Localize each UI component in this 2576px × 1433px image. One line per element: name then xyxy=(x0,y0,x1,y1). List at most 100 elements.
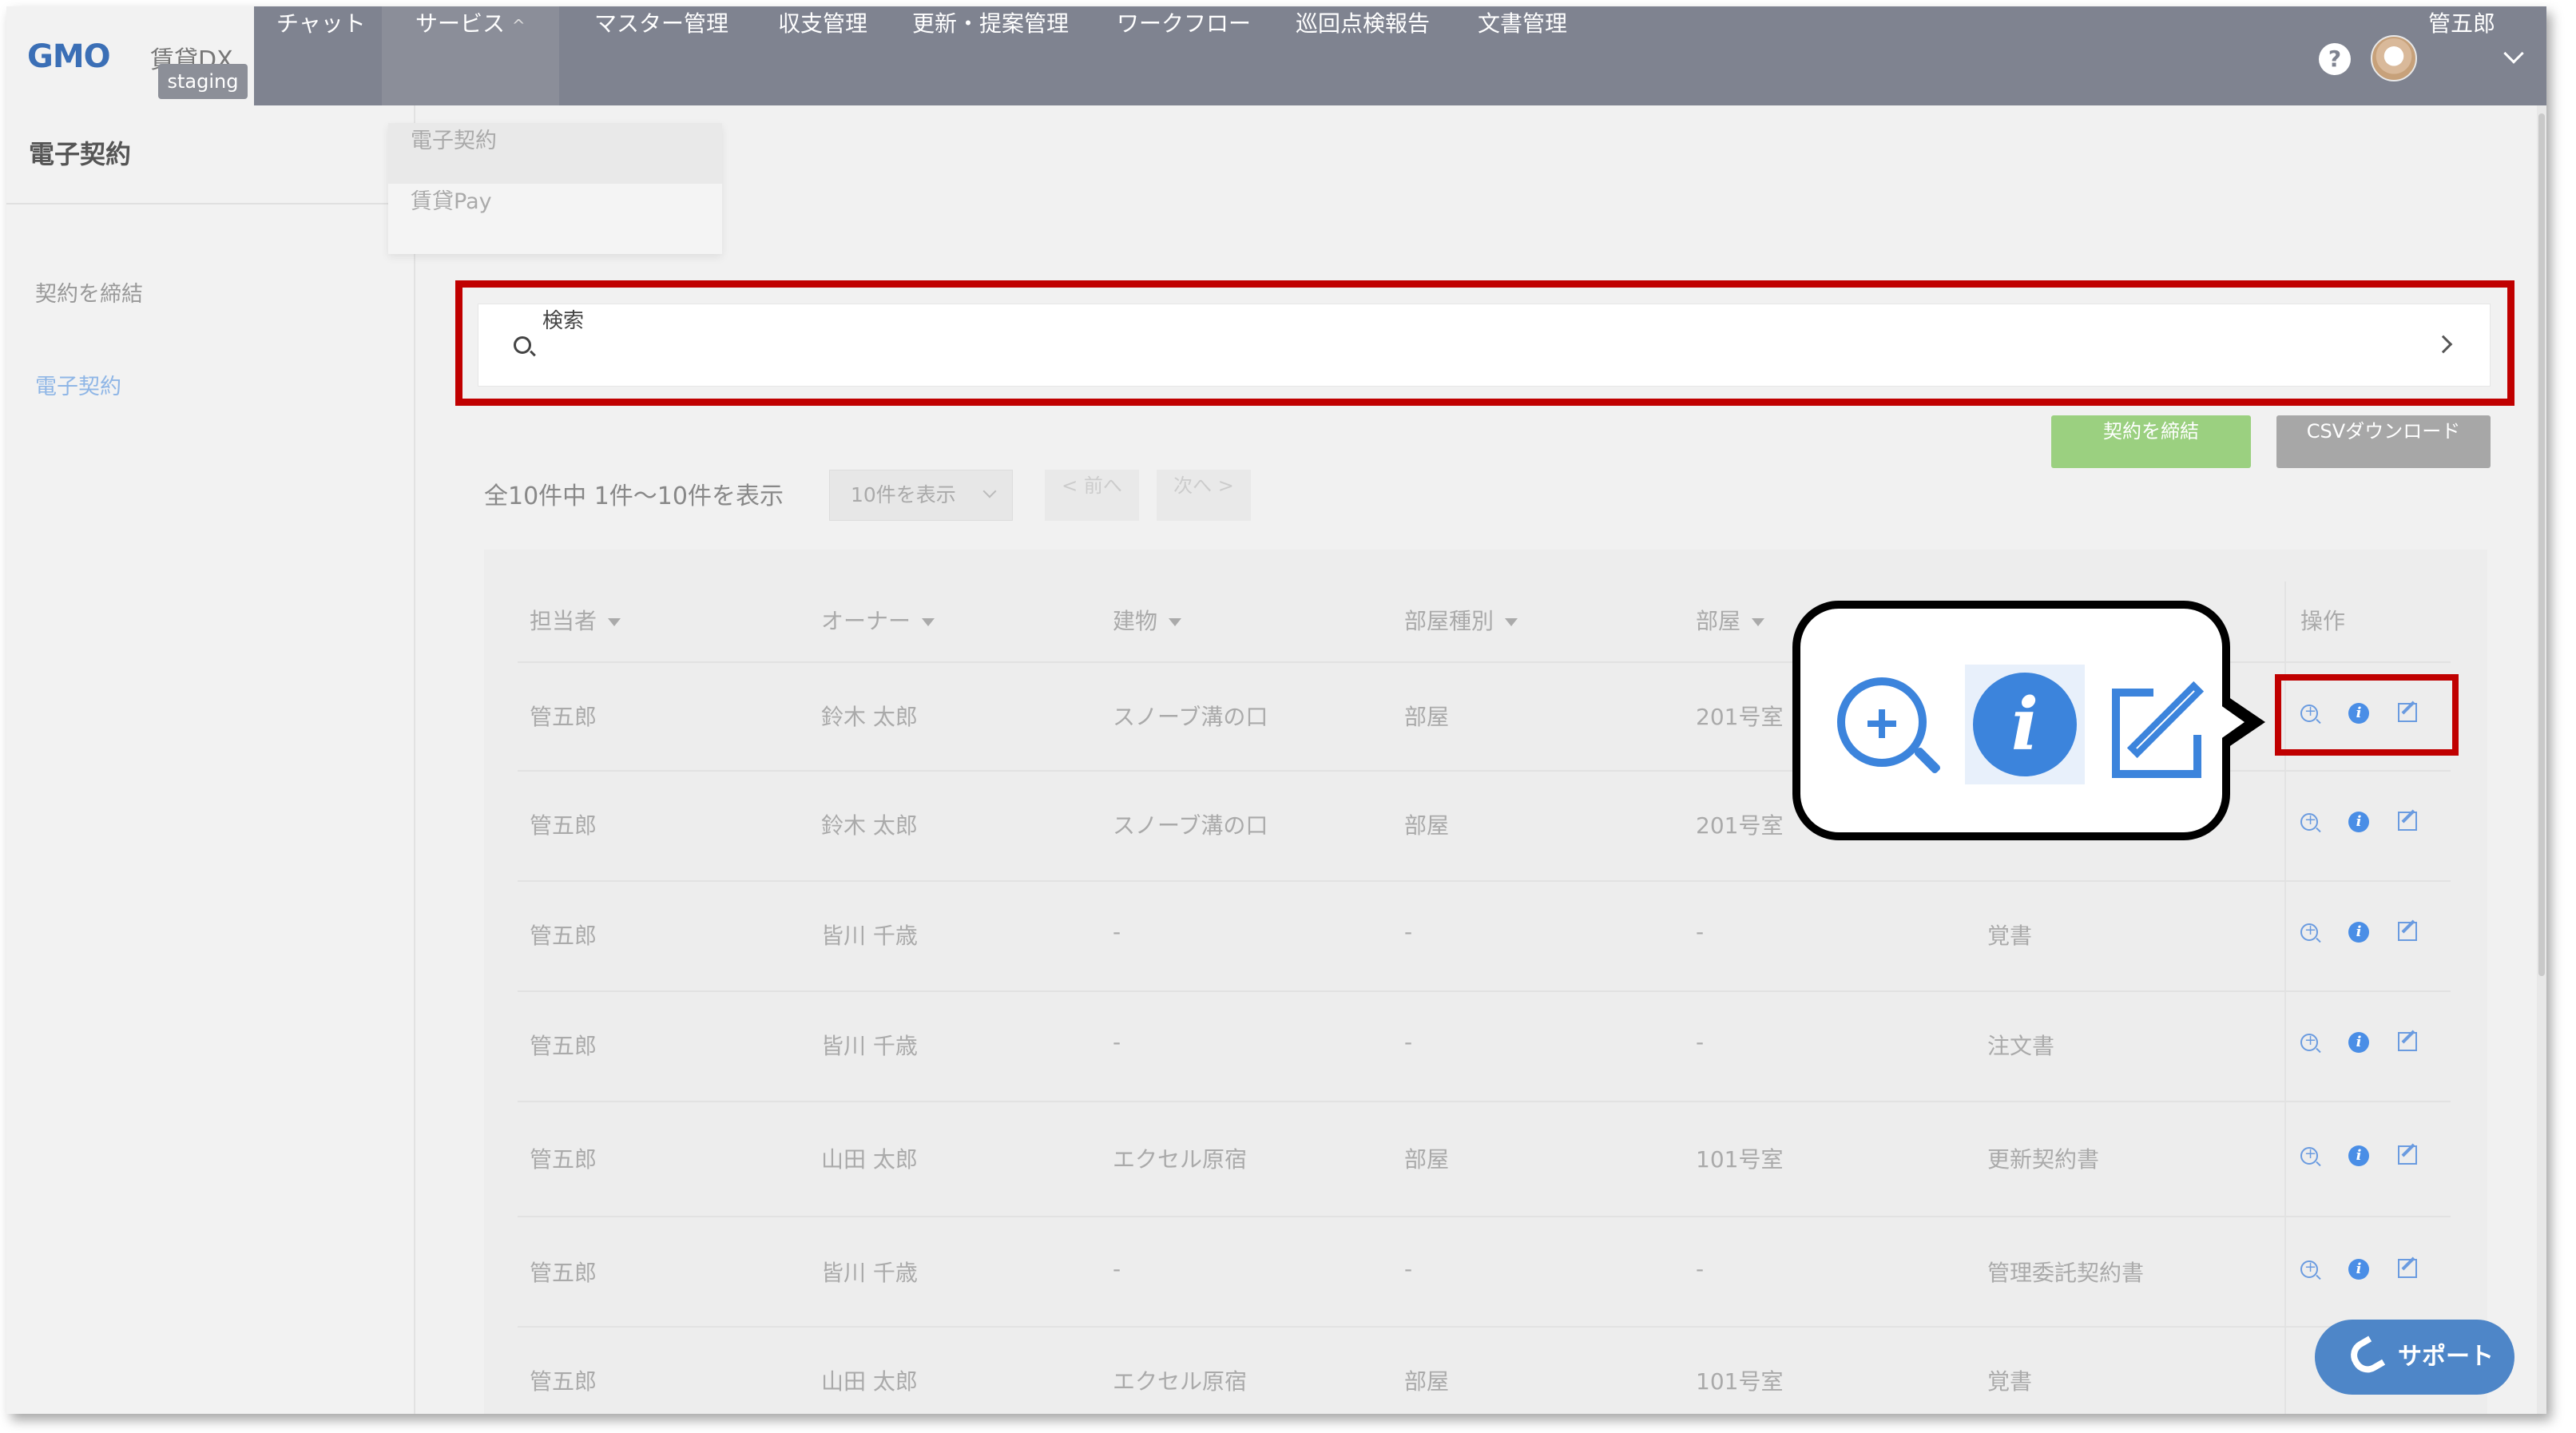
csv-download-button[interactable]: CSVダウンロード xyxy=(2276,415,2491,468)
logo[interactable]: GMO 賃貸DX staging xyxy=(6,6,254,105)
cell-room-type: - xyxy=(1404,919,1413,945)
info-icon[interactable]: i xyxy=(2348,922,2369,943)
cell-owner: 鈴木 太郎 xyxy=(821,812,918,839)
cell-owner: 山田 太郎 xyxy=(821,1146,918,1173)
nav-workflow[interactable]: ワークフロー xyxy=(1117,6,1251,105)
info-icon[interactable]: i xyxy=(2348,1145,2369,1166)
cell-room: 201号室 xyxy=(1696,704,1784,730)
cell-staff: 管五郎 xyxy=(530,812,597,839)
col-header-staff[interactable]: 担当者 xyxy=(530,604,621,636)
contract-button[interactable]: 契約を締結 xyxy=(2051,415,2251,468)
col-header-room[interactable]: 部屋 xyxy=(1696,604,1765,636)
cell-room: 101号室 xyxy=(1696,1368,1784,1395)
cell-staff: 管五郎 xyxy=(530,1260,597,1286)
cell-building: - xyxy=(1113,1256,1121,1282)
cell-room: - xyxy=(1696,1029,1705,1055)
top-nav-bar: GMO 賃貸DX staging チャット サービス ^ マスター管理 収支管理… xyxy=(6,6,2546,105)
user-name[interactable]: 管五郎 xyxy=(2428,6,2495,105)
help-icon[interactable]: ? xyxy=(2319,43,2351,75)
prev-page-button[interactable]: < 前へ xyxy=(1045,470,1139,521)
sidebar-title: 電子契約 xyxy=(29,139,132,169)
nav-service-label: サービス xyxy=(415,10,506,37)
nav-balance[interactable]: 収支管理 xyxy=(778,6,867,105)
zoom-in-icon[interactable] xyxy=(2300,1145,2318,1165)
row-divider xyxy=(518,1101,2451,1102)
scrollbar[interactable] xyxy=(2537,105,2546,1414)
zoom-in-icon[interactable] xyxy=(2300,812,2318,831)
edit-icon-edge xyxy=(2112,689,2153,697)
cell-document: 覚書 xyxy=(1987,923,2033,949)
col-header-building[interactable]: 建物 xyxy=(1113,604,1182,636)
per-page-select[interactable]: 10件を表示 xyxy=(829,470,1013,521)
next-page-button[interactable]: 次へ > xyxy=(1157,470,1251,521)
icons-callout: i xyxy=(1792,601,2230,840)
support-button[interactable]: サポート xyxy=(2315,1320,2514,1395)
cell-staff: 管五郎 xyxy=(530,704,597,730)
nav-chat[interactable]: チャット xyxy=(276,6,366,105)
cell-room: 101号室 xyxy=(1696,1146,1784,1173)
cell-document: 管理委託契約書 xyxy=(1987,1260,2145,1286)
scrollbar-thumb[interactable] xyxy=(2538,113,2545,976)
zoom-in-icon[interactable] xyxy=(2300,1259,2318,1278)
sort-icon xyxy=(1505,618,1518,626)
cell-room: 201号室 xyxy=(1696,812,1784,839)
info-icon[interactable]: i xyxy=(2348,812,2369,832)
sidebar-divider xyxy=(6,203,415,204)
cell-room-type: - xyxy=(1404,1029,1413,1055)
chevron-down-icon[interactable] xyxy=(2503,43,2524,64)
cell-building: エクセル原宿 xyxy=(1113,1368,1248,1395)
nav-master[interactable]: マスター管理 xyxy=(594,6,728,105)
cell-document: 覚書 xyxy=(1987,1368,2033,1395)
cell-room-type: 部屋 xyxy=(1404,1368,1450,1395)
logo-text: GMO xyxy=(27,38,111,75)
info-icon: i xyxy=(1973,673,2077,776)
nav-documents[interactable]: 文書管理 xyxy=(1478,6,1567,105)
cell-building: スノーブ溝の口 xyxy=(1113,812,1268,839)
sidebar-item-econtract[interactable]: 電子契約 xyxy=(35,369,121,400)
cell-document: 注文書 xyxy=(1987,1033,2055,1059)
cell-staff: 管五郎 xyxy=(530,1368,597,1395)
row-actions: i xyxy=(2300,1145,2417,1169)
sort-icon xyxy=(608,618,621,626)
zoom-plus-bar xyxy=(1879,709,1885,738)
cell-room-type: 部屋 xyxy=(1404,812,1450,839)
actions-highlight-box xyxy=(2275,674,2459,756)
dropdown-item-chintai-pay[interactable]: 賃貸Pay xyxy=(388,184,722,244)
edit-icon[interactable] xyxy=(2398,1259,2417,1278)
info-icon[interactable]: i xyxy=(2348,1032,2369,1053)
nav-renewal[interactable]: 更新・提案管理 xyxy=(912,6,1069,105)
zoom-in-icon[interactable] xyxy=(2300,922,2318,941)
row-divider xyxy=(518,880,2451,882)
cell-room-type: 部屋 xyxy=(1404,1146,1450,1173)
col-header-room-type[interactable]: 部屋種別 xyxy=(1404,604,1518,636)
sort-icon xyxy=(922,618,935,626)
zoom-in-icon[interactable] xyxy=(2300,1032,2318,1051)
edit-icon[interactable] xyxy=(2398,1032,2417,1051)
cell-owner: 皆川 千歳 xyxy=(821,1033,918,1059)
edit-icon[interactable] xyxy=(2398,812,2417,831)
support-label: サポート xyxy=(2398,1343,2494,1371)
sidebar-item-contract[interactable]: 契約を締結 xyxy=(35,276,143,308)
col-header-actions: 操作 xyxy=(2300,608,2346,634)
edit-icon[interactable] xyxy=(2398,922,2417,941)
nav-inspection[interactable]: 巡回点検報告 xyxy=(1296,6,1430,105)
cell-owner: 山田 太郎 xyxy=(821,1368,918,1395)
cell-staff: 管五郎 xyxy=(530,1033,597,1059)
row-actions: i xyxy=(2300,812,2417,836)
nav-service[interactable]: サービス ^ xyxy=(382,6,559,105)
row-actions: i xyxy=(2300,1259,2417,1283)
cell-owner: 皆川 千歳 xyxy=(821,1260,918,1286)
cell-room: - xyxy=(1696,919,1705,945)
cell-room: - xyxy=(1696,1256,1705,1282)
phone-icon xyxy=(2344,1336,2386,1379)
dropdown-item-econtract[interactable]: 電子契約 xyxy=(388,123,722,184)
cell-owner: 鈴木 太郎 xyxy=(821,704,918,730)
cell-staff: 管五郎 xyxy=(530,1146,597,1173)
sort-icon xyxy=(1752,618,1765,626)
cell-building: スノーブ溝の口 xyxy=(1113,704,1268,730)
avatar[interactable] xyxy=(2371,35,2417,81)
info-icon[interactable]: i xyxy=(2348,1259,2369,1280)
col-header-owner[interactable]: オーナー xyxy=(821,604,935,636)
edit-icon[interactable] xyxy=(2398,1145,2417,1165)
cell-room-type: - xyxy=(1404,1256,1413,1282)
